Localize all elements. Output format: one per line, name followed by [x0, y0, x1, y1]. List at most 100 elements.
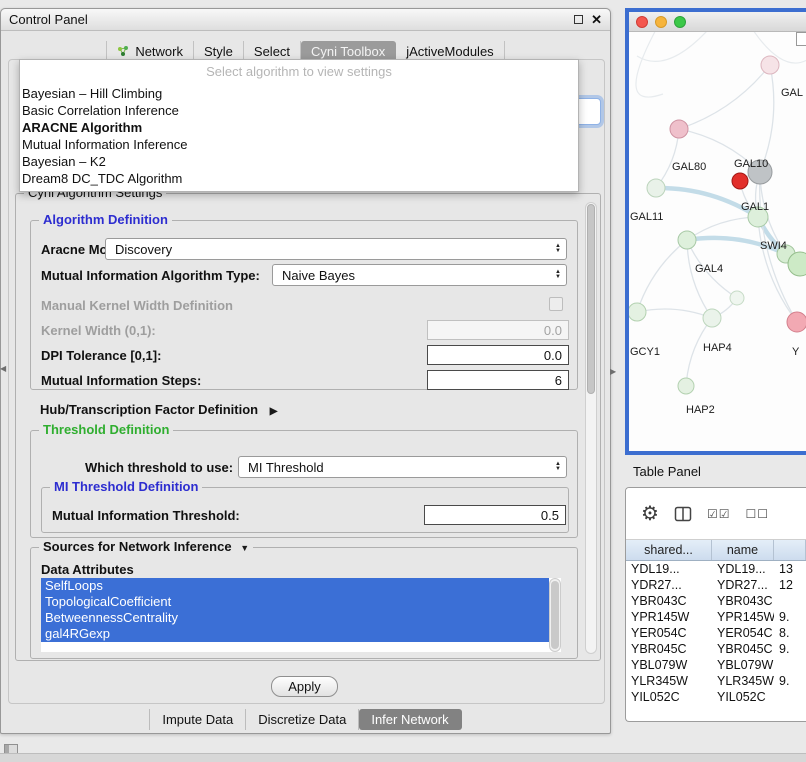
bottom-tab[interactable]: Infer Network	[359, 709, 461, 730]
table-panel-window: ⚙ ☑☑ ☐☐ shared...name YDL19... YDL19... …	[625, 487, 806, 722]
table-row[interactable]: YPR145W YPR145W 9.	[626, 609, 806, 625]
network-edge[interactable]	[637, 240, 687, 312]
network-canvas[interactable]: GALGAL80GAL10GAL11GAL1SWI4GAL4GCY1HAP4YH…	[629, 32, 806, 451]
network-node[interactable]	[670, 120, 688, 138]
table-row[interactable]: YLR345W YLR345W 9.	[626, 673, 806, 689]
table-row[interactable]: YER054C YER054C 8.	[626, 625, 806, 641]
algorithm-option[interactable]: Dream8 DC_TDC Algorithm	[20, 170, 578, 187]
table-row[interactable]: YDR27... YDR27... 12	[626, 577, 806, 593]
dpi-tolerance-value: 0.0	[544, 348, 562, 363]
network-edge[interactable]	[679, 65, 770, 129]
algorithm-dropdown-popup: Select algorithm to view settings Bayesi…	[19, 59, 579, 192]
network-node[interactable]	[732, 173, 748, 189]
mi-threshold-input[interactable]: 0.5	[424, 505, 566, 525]
column-header[interactable]: name	[712, 540, 774, 560]
apply-button-label: Apply	[288, 679, 321, 694]
network-node[interactable]	[678, 378, 694, 394]
network-node[interactable]	[647, 179, 665, 197]
apply-button[interactable]: Apply	[271, 676, 338, 697]
which-threshold-select[interactable]: MI Threshold ▲▼	[238, 456, 567, 478]
deselect-all-icon[interactable]: ☐☐	[745, 507, 769, 521]
show-columns-icon[interactable]	[674, 505, 692, 523]
manual-kernel-checkbox[interactable]	[549, 297, 563, 311]
list-item[interactable]: gal4RGexp	[41, 626, 549, 642]
list-item[interactable]: TopologicalCoefficient	[41, 594, 549, 610]
cell-shared-name: YBL079W	[626, 658, 712, 672]
settings-scrollbar[interactable]	[585, 202, 597, 654]
scrollbar-thumb[interactable]	[587, 204, 595, 394]
mac-zoom-button[interactable]	[674, 16, 686, 28]
network-node[interactable]	[703, 309, 721, 327]
bottom-tab-label: Impute Data	[162, 712, 233, 727]
list-item[interactable]: BetweennessCentrality	[41, 610, 549, 626]
sources-group-title[interactable]: Sources for Network Inference ▼	[39, 540, 253, 555]
mac-minimize-button[interactable]	[655, 16, 667, 28]
algorithm-option[interactable]: ARACNE Algorithm	[20, 119, 578, 136]
algorithm-option[interactable]: Mutual Information Inference	[20, 136, 578, 153]
cell-shared-name: YBR043C	[626, 594, 712, 608]
aracne-mode-select[interactable]: Discovery ▲▼	[105, 238, 567, 260]
table-row[interactable]: YBR045C YBR045C 9.	[626, 641, 806, 657]
cyni-algorithm-settings-group: Cyni Algorithm Settings Algorithm Defini…	[15, 193, 601, 661]
algorithm-option[interactable]: Basic Correlation Inference	[20, 102, 578, 119]
network-edge[interactable]	[637, 309, 712, 318]
combo-stepper-icon: ▲▼	[555, 270, 561, 280]
column-header[interactable]: shared...	[626, 540, 712, 560]
network-edge	[637, 32, 715, 61]
network-edge[interactable]	[760, 65, 774, 172]
algorithm-option[interactable]: Bayesian – Hill Climbing	[20, 85, 578, 102]
network-window-titlebar[interactable]	[629, 12, 806, 32]
algorithm-definition-title: Algorithm Definition	[39, 213, 172, 227]
bottom-tab[interactable]: Discretize Data	[246, 709, 359, 730]
node-label: GAL10	[734, 158, 768, 170]
threshold-definition-group: Threshold Definition Which threshold to …	[30, 430, 578, 538]
bottom-tab-label: Infer Network	[371, 712, 448, 727]
bottom-strip	[0, 753, 806, 762]
birdseye-corner-box[interactable]	[796, 32, 806, 46]
network-edge[interactable]	[687, 240, 712, 318]
table-panel-title: Table Panel	[633, 464, 701, 479]
algorithm-option[interactable]: Bayesian – K2	[20, 153, 578, 170]
table-row[interactable]: YBL079W YBL079W	[626, 657, 806, 673]
cell-value: 8.	[774, 626, 806, 640]
table-row[interactable]: YDL19... YDL19... 13	[626, 561, 806, 577]
mac-close-button[interactable]	[636, 16, 648, 28]
mi-steps-input[interactable]: 6	[427, 370, 569, 390]
hub-section-label: Hub/Transcription Factor Definition	[40, 402, 258, 417]
select-all-icon[interactable]: ☑☑	[707, 507, 731, 521]
control-panel-titlebar[interactable]: Control Panel ✕	[1, 9, 610, 31]
cell-name: YBR045C	[712, 642, 774, 656]
list-scrollbar-thumb[interactable]	[551, 581, 559, 649]
cell-name: YBL079W	[712, 658, 774, 672]
list-item[interactable]: SelfLoops	[41, 578, 549, 594]
bottom-tab[interactable]: Impute Data	[149, 709, 246, 730]
float-window-icon[interactable]	[574, 15, 583, 24]
splitter-collapse-left-icon[interactable]: ◀	[0, 364, 6, 373]
network-node[interactable]	[787, 312, 806, 332]
mi-threshold-value: 0.5	[541, 508, 559, 523]
hub-section-toggle[interactable]: Hub/Transcription Factor Definition ▶	[40, 402, 277, 417]
gear-icon[interactable]: ⚙	[641, 504, 659, 524]
table-row[interactable]: YBR043C YBR043C	[626, 593, 806, 609]
table-body: YDL19... YDL19... 13 YDR27... YDR27... 1…	[626, 561, 806, 705]
network-node[interactable]	[730, 291, 744, 305]
close-icon[interactable]: ✕	[591, 15, 602, 25]
dpi-tolerance-input[interactable]: 0.0	[427, 345, 569, 365]
network-node[interactable]	[629, 303, 646, 321]
column-header[interactable]	[774, 540, 806, 560]
manual-kernel-label: Manual Kernel Width Definition	[41, 298, 233, 313]
cell-shared-name: YLR345W	[626, 674, 712, 688]
node-label: HAP2	[686, 404, 715, 416]
mi-threshold-label: Mutual Information Threshold:	[52, 508, 240, 523]
network-node[interactable]	[678, 231, 696, 249]
data-attributes-list[interactable]: SelfLoopsTopologicalCoefficientBetweenne…	[41, 578, 561, 652]
table-row[interactable]: YIL052C YIL052C	[626, 689, 806, 705]
network-node[interactable]	[761, 56, 779, 74]
mi-type-select[interactable]: Naive Bayes ▲▼	[272, 264, 567, 286]
chevron-right-icon: ▶	[270, 406, 278, 417]
splitter-collapse-right-icon[interactable]: ▶	[610, 367, 616, 376]
kernel-width-input[interactable]: 0.0	[427, 320, 569, 340]
network-graph[interactable]: GALGAL80GAL10GAL11GAL1SWI4GAL4GCY1HAP4YH…	[629, 32, 806, 451]
cell-value: 9.	[774, 610, 806, 624]
list-scrollbar[interactable]	[549, 578, 561, 652]
